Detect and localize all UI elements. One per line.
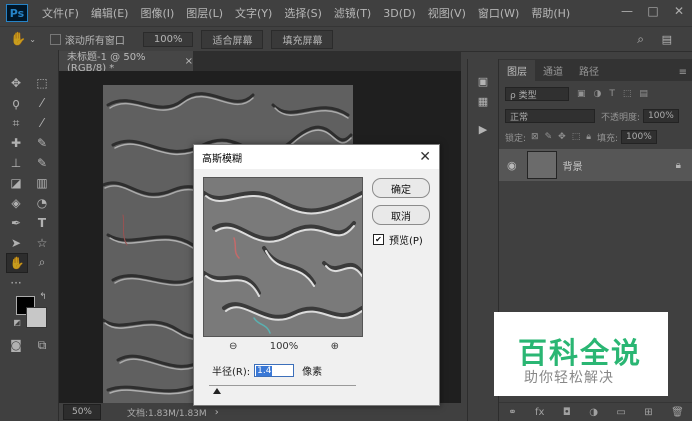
preview-label: 预览(P) <box>389 236 423 247</box>
radius-slider-track[interactable] <box>209 385 356 386</box>
dialog-titlebar: 高斯模糊 ✕ <box>194 145 439 169</box>
cancel-button[interactable]: 取消 <box>372 205 430 225</box>
gaussian-blur-dialog: 高斯模糊 ✕ 确定 取消 ✔ 预览(P) ⊖ 100% ⊕ 半径(R): 1.4… <box>193 144 440 406</box>
preview-zoom-level: 100% <box>269 341 299 352</box>
watermark-badge: 百科全说 助你轻松解决 <box>494 312 668 396</box>
blur-preview[interactable] <box>203 177 363 337</box>
preview-checkbox-box[interactable]: ✔ <box>373 234 384 245</box>
radius-value[interactable]: 1.4 <box>256 365 273 376</box>
zoom-in-icon[interactable]: ⊕ <box>331 341 339 352</box>
zoom-out-icon[interactable]: ⊖ <box>229 341 237 352</box>
radius-input[interactable]: 1.4 <box>254 364 295 377</box>
watermark-title: 百科全说 <box>518 336 643 370</box>
watermark-subtitle: 助你轻松解决 <box>524 370 614 386</box>
preview-zoom-row: ⊖ 100% ⊕ <box>229 341 339 352</box>
preview-checkbox[interactable]: ✔ 预览(P) <box>373 232 423 247</box>
radius-slider-thumb[interactable] <box>213 388 221 394</box>
radius-label: 半径(R): <box>212 367 251 378</box>
radius-unit: 像素 <box>302 367 323 378</box>
preview-texture <box>204 191 362 334</box>
radius-row: 半径(R): 1.4 像素 <box>212 363 322 378</box>
dialog-title: 高斯模糊 <box>202 153 242 165</box>
dialog-close-icon[interactable]: ✕ <box>419 149 431 165</box>
ok-button[interactable]: 确定 <box>372 178 430 198</box>
